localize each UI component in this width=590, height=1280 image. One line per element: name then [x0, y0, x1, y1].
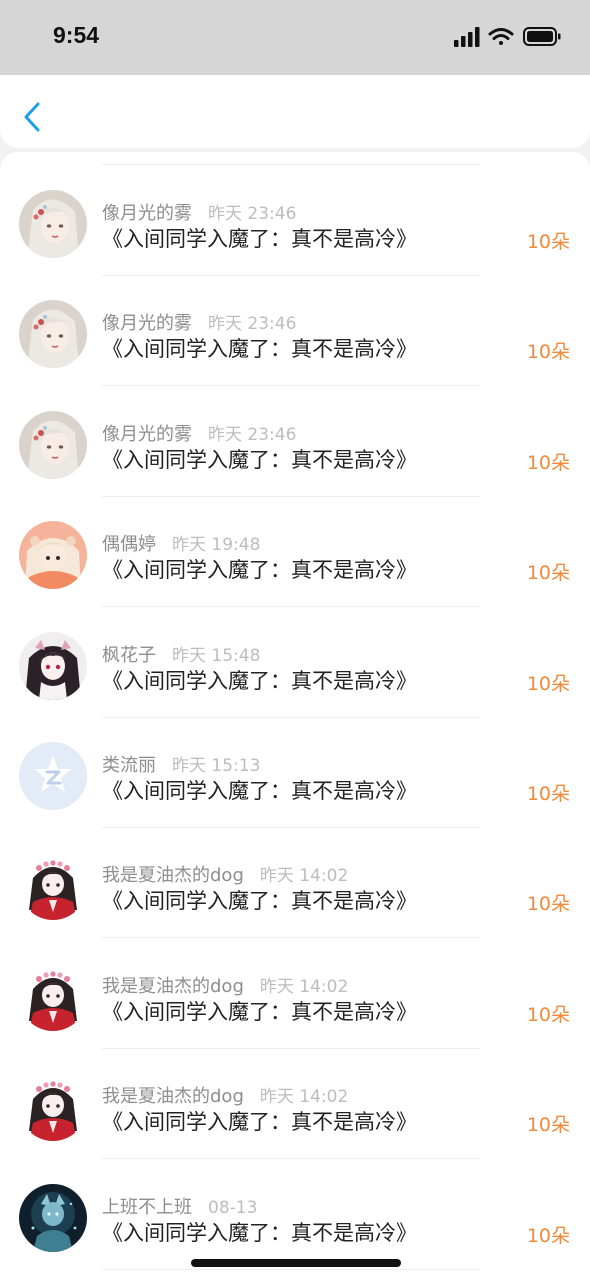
book-title: 《入间同学入魔了：真不是高冷》: [102, 668, 417, 693]
row-meta: 像月光的雾 昨天 23:46: [102, 420, 296, 446]
avatar[interactable]: [19, 1073, 87, 1142]
wifi-icon: [488, 28, 514, 45]
timestamp: 昨天 23:46: [208, 424, 297, 445]
book-title: 《入间同学入魔了：真不是高冷》: [102, 779, 417, 803]
row-meta: 我是夏油杰的dog 昨天 14:02: [102, 972, 348, 998]
row-meta: 偶偶婷 昨天 19:48: [102, 530, 260, 556]
nav-bar: [0, 75, 590, 148]
username[interactable]: 上班不上班: [102, 1197, 192, 1218]
gift-row[interactable]: 我是夏油杰的dog 昨天 14:02 《入间同学入魔了：真不是高冷》 10朵: [0, 1049, 590, 1160]
timestamp: 昨天 14:02: [259, 976, 349, 997]
book-title: 《入间同学入魔了：真不是高冷》: [102, 889, 417, 914]
gift-row[interactable]: 像月光的雾 昨天 23:46 《入间同学入魔了：真不是高冷》 10朵: [0, 166, 590, 276]
signal-icon: [454, 27, 480, 47]
home-indicator: [191, 1259, 401, 1267]
avatar[interactable]: [19, 962, 87, 1031]
username[interactable]: 像月光的雾: [102, 424, 192, 445]
username[interactable]: 枫花子: [102, 645, 156, 666]
gift-count: 10朵: [526, 783, 570, 805]
status-icons: [454, 26, 562, 48]
username[interactable]: 偶偶婷: [102, 534, 156, 555]
username[interactable]: 我是夏油杰的dog: [102, 976, 244, 997]
avatar[interactable]: [19, 631, 87, 700]
timestamp: 昨天 14:02: [259, 866, 349, 887]
timestamp: 昨天 15:48: [172, 645, 261, 666]
row-meta: 我是夏油杰的dog 昨天 14:02: [102, 1082, 348, 1108]
timestamp: 昨天 23:46: [208, 314, 297, 335]
status-time: 9:54: [53, 22, 100, 48]
username[interactable]: 我是夏油杰的dog: [102, 1086, 244, 1107]
book-title: 《入间同学入魔了：真不是高冷》: [102, 1110, 417, 1135]
avatar[interactable]: [19, 521, 87, 590]
book-title: 《入间同学入魔了：真不是高冷》: [102, 999, 417, 1024]
gift-count: 10朵: [526, 672, 570, 695]
username[interactable]: 像月光的雾: [102, 313, 192, 334]
username[interactable]: 我是夏油杰的dog: [102, 865, 244, 886]
timestamp: 08-13: [208, 1197, 258, 1218]
gift-count: 10朵: [526, 893, 570, 916]
avatar[interactable]: [19, 1183, 87, 1252]
gift-count: 10朵: [526, 341, 570, 364]
gift-count: 10朵: [526, 1224, 570, 1247]
row-meta: 类流丽 昨天 15:13: [102, 751, 260, 777]
username[interactable]: 像月光的雾: [102, 203, 192, 224]
avatar[interactable]: [19, 190, 87, 258]
gift-count: 10朵: [526, 1003, 570, 1026]
book-title: 《入间同学入魔了：真不是高冷》: [102, 227, 417, 251]
row-meta: 像月光的雾 昨天 23:46: [102, 309, 296, 335]
timestamp: 昨天 15:13: [172, 756, 261, 776]
divider: [102, 164, 480, 165]
row-meta: 枫花子 昨天 15:48: [102, 641, 260, 667]
timestamp: 昨天 23:46: [208, 204, 297, 224]
avatar[interactable]: [19, 410, 87, 479]
book-title: 《入间同学入魔了：真不是高冷》: [102, 337, 417, 362]
gift-row[interactable]: 类流丽 昨天 15:13 《入间同学入魔了：真不是高冷》 10朵: [0, 718, 590, 828]
avatar[interactable]: [19, 852, 87, 921]
battery-icon: [523, 27, 561, 46]
book-title: 《入间同学入魔了：真不是高冷》: [102, 558, 417, 583]
chevron-left-icon: [24, 102, 40, 132]
gift-count: 10朵: [526, 562, 570, 585]
row-meta: 像月光的雾 昨天 23:46: [102, 199, 296, 225]
gift-row[interactable]: 我是夏油杰的dog 昨天 14:02 《入间同学入魔了：真不是高冷》 10朵: [0, 828, 590, 939]
divider: [102, 1268, 480, 1270]
book-title: 《入间同学入魔了：真不是高冷》: [102, 447, 417, 472]
row-meta: 我是夏油杰的dog 昨天 14:02: [102, 861, 348, 887]
timestamp: 昨天 14:02: [259, 1087, 349, 1108]
gift-list: 像月光的雾 昨天 23:46 《入间同学入魔了：真不是高冷》 10朵 像月光的雾 昨天 …: [0, 152, 590, 1280]
gift-row[interactable]: 偶偶婷 昨天 19:48 《入间同学入魔了：真不是高冷》 10朵: [0, 497, 590, 608]
gift-row[interactable]: 上班不上班 08-13 《入间同学入魔了：真不是高冷》 10朵: [0, 1160, 590, 1270]
avatar[interactable]: [19, 300, 87, 369]
gift-count: 10朵: [526, 1114, 570, 1137]
timestamp: 昨天 19:48: [172, 535, 261, 556]
gift-count: 10朵: [526, 231, 570, 253]
back-button[interactable]: [14, 97, 50, 137]
avatar[interactable]: [19, 742, 87, 810]
gift-row[interactable]: 像月光的雾 昨天 23:46 《入间同学入魔了：真不是高冷》 10朵: [0, 276, 590, 387]
status-bar: 9:54: [0, 0, 590, 75]
book-title: 《入间同学入魔了：真不是高冷》: [102, 1220, 417, 1245]
gift-count: 10朵: [526, 451, 570, 474]
row-meta: 上班不上班 08-13: [102, 1193, 257, 1219]
gift-row[interactable]: 像月光的雾 昨天 23:46 《入间同学入魔了：真不是高冷》 10朵: [0, 387, 590, 497]
gift-row[interactable]: 枫花子 昨天 15:48 《入间同学入魔了：真不是高冷》 10朵: [0, 608, 590, 718]
gift-row[interactable]: 我是夏油杰的dog 昨天 14:02 《入间同学入魔了：真不是高冷》 10朵: [0, 939, 590, 1049]
username[interactable]: 类流丽: [102, 755, 156, 776]
